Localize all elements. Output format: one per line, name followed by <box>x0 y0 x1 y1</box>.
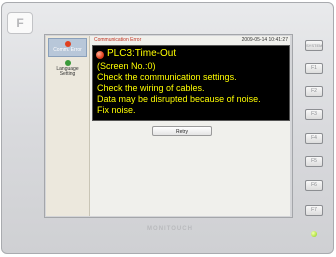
window-title: Communication Error <box>94 37 142 43</box>
retry-button[interactable]: Retry <box>152 126 212 136</box>
touch-screen: Comm. Error Language Setting Communicati… <box>46 36 290 216</box>
error-panel: Communication Error 2009-05-14 10:41:27 … <box>92 36 290 216</box>
f1-key[interactable]: F1 <box>305 63 323 74</box>
sidebar: Comm. Error Language Setting <box>46 36 90 216</box>
error-line: Fix noise. <box>97 105 136 115</box>
error-line: Check the communication settings. <box>97 72 237 82</box>
f2-key[interactable]: F2 <box>305 86 323 97</box>
f6-key[interactable]: F6 <box>305 180 323 191</box>
brand-logo: F <box>7 12 33 34</box>
sidebar-item-label: Comm. Error <box>53 47 82 53</box>
sidebar-item-language-setting[interactable]: Language Setting <box>48 60 87 77</box>
error-title: PLC3:Time-Out <box>107 48 177 59</box>
f7-key[interactable]: F7 <box>305 205 323 216</box>
error-message-box: PLC3:Time-Out (Screen No.:0) Check the c… <box>92 45 290 121</box>
sidebar-item-label: Language Setting <box>56 66 79 77</box>
f5-key[interactable]: F5 <box>305 156 323 167</box>
f3-key[interactable]: F3 <box>305 109 323 120</box>
power-led <box>311 231 317 237</box>
window-titlebar: Communication Error 2009-05-14 10:41:27 <box>92 36 290 44</box>
error-line: Check the wiring of cables. <box>97 83 205 93</box>
datetime-readout: 2009-05-14 10:41:27 <box>241 37 288 43</box>
f4-key[interactable]: F4 <box>305 133 323 144</box>
error-icon <box>96 51 104 59</box>
sidebar-item-comm-error[interactable]: Comm. Error <box>48 38 87 57</box>
brand-name: MONITOUCH <box>147 226 193 232</box>
error-line: Data may be disrupted because of noise. <box>97 94 261 104</box>
error-line: (Screen No.:0) <box>97 61 156 71</box>
system-key[interactable]: SYSTEM <box>305 40 323 51</box>
